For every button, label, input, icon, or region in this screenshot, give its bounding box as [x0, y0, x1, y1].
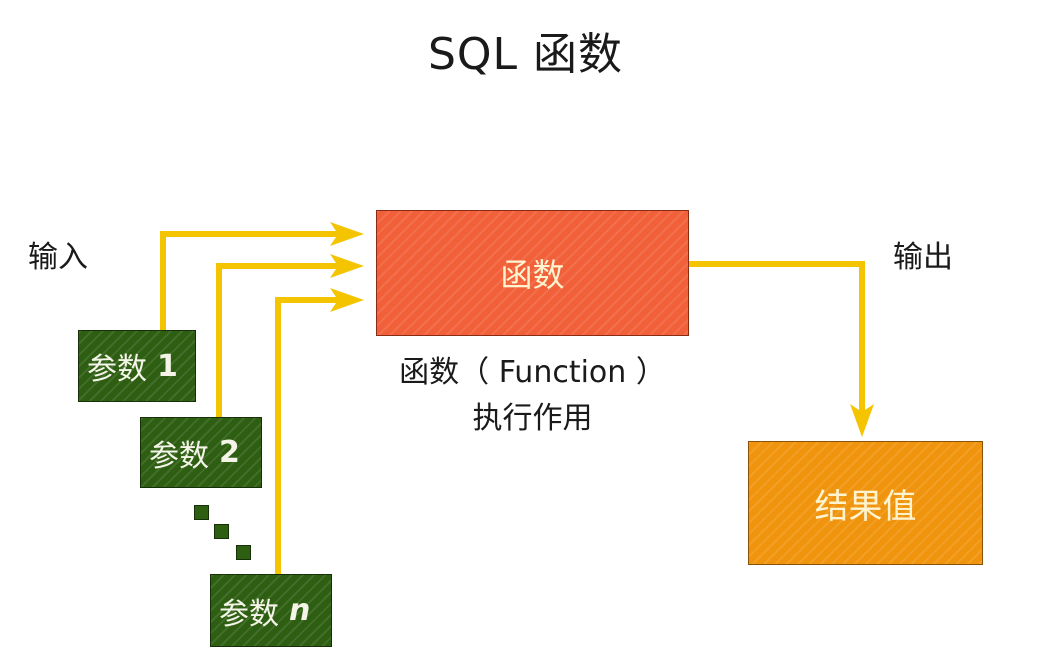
param-2-index: 2 [219, 435, 240, 470]
caption-line-2: 执行作用 [472, 401, 593, 436]
param-1-arrow [160, 231, 340, 330]
param-1-index: 1 [157, 348, 178, 384]
function-caption: 函数（ Function ） 执行作用 [376, 350, 689, 442]
result-box-label: 结果值 [814, 486, 917, 527]
ellipsis-dot-2 [214, 524, 229, 539]
result-box: 结果值 [748, 441, 983, 565]
caption-line-1: 函数（ Function ） [399, 355, 666, 390]
param-box-1: 参数 1 [78, 330, 196, 402]
function-box: 函数 [376, 210, 689, 336]
param-box-n: 参数 n [210, 574, 332, 647]
param-n-arrow [275, 297, 340, 574]
ellipsis-dot-1 [194, 505, 209, 520]
output-arrow [689, 261, 865, 412]
param-n-index: n [289, 593, 311, 628]
param-1-prefix: 参数 [87, 352, 147, 387]
param-box-2: 参数 2 [140, 417, 262, 488]
param-2-prefix: 参数 [149, 438, 209, 474]
ellipsis-dot-3 [236, 545, 251, 560]
param-n-prefix: 参数 [219, 596, 279, 632]
function-box-label: 函数 [500, 256, 565, 294]
